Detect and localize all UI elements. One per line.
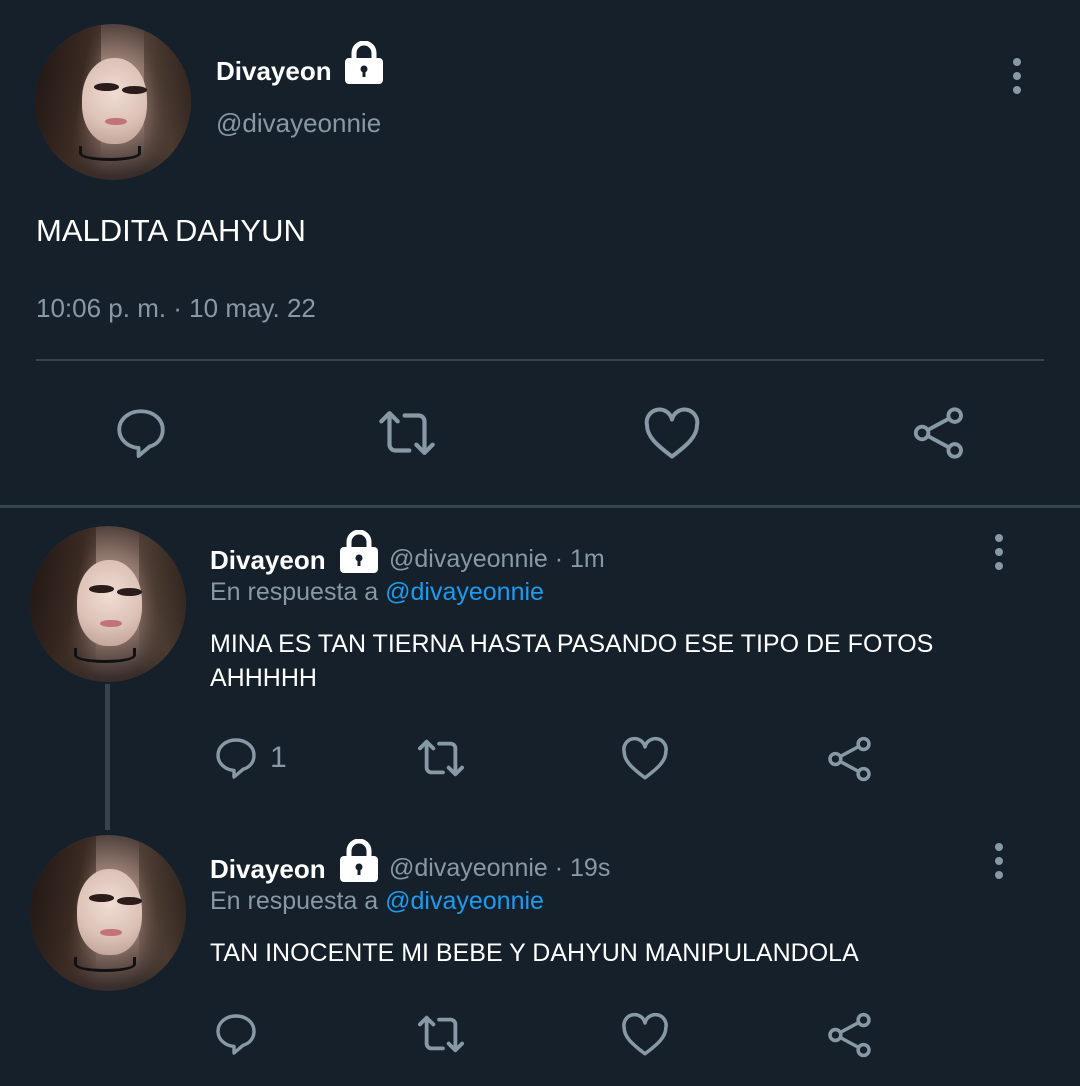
like-button[interactable] xyxy=(642,406,702,462)
more-options-icon[interactable] xyxy=(994,534,1004,576)
reply-button[interactable] xyxy=(112,404,170,462)
share-button[interactable] xyxy=(825,1010,875,1060)
share-icon xyxy=(828,1012,871,1058)
in-reply-to: En respuesta a @divayeonnie xyxy=(210,578,544,607)
thread-connector xyxy=(105,684,110,830)
retweet-button[interactable] xyxy=(412,1011,470,1057)
tweet-detail-screen: Divayeon @divayeonnie MALDITA DAHYUN 10:… xyxy=(0,0,1080,1086)
tweet-timestamp[interactable]: 10:06 p. m. · 10 may. 22 xyxy=(36,293,316,324)
reply-count: 1 xyxy=(270,741,287,774)
retweet-button[interactable] xyxy=(373,405,441,461)
lock-icon xyxy=(345,41,383,84)
speech-bubble-icon xyxy=(216,738,256,779)
display-name[interactable]: Divayeon xyxy=(216,56,332,87)
handle-and-time[interactable]: @divayeonnie · 19s xyxy=(389,854,610,883)
display-name[interactable]: Divayeon xyxy=(210,854,326,885)
divider xyxy=(36,359,1044,361)
display-name[interactable]: Divayeon xyxy=(210,545,326,576)
lock-icon xyxy=(340,530,378,573)
heart-icon xyxy=(644,407,700,459)
reply-text-line: AHHHHH xyxy=(210,664,317,692)
avatar[interactable] xyxy=(30,526,186,682)
share-icon xyxy=(828,736,871,782)
reply-text-line: TAN INOCENTE MI BEBE Y DAHYUN MANIPULAND… xyxy=(210,939,859,967)
like-button[interactable] xyxy=(620,736,670,782)
speech-bubble-icon xyxy=(117,409,165,458)
reply-text-line: MINA ES TAN TIERNA HASTA PASANDO ESE TIP… xyxy=(210,630,934,658)
retweet-icon xyxy=(418,1015,465,1053)
avatar[interactable] xyxy=(30,835,186,991)
reply-text: MINA ES TAN TIERNA HASTA PASANDO ESE TIP… xyxy=(210,627,933,695)
tweet-text: MALDITA DAHYUN xyxy=(36,213,306,248)
retweet-icon xyxy=(418,739,465,777)
main-tweet: Divayeon @divayeonnie MALDITA DAHYUN 10:… xyxy=(0,0,1080,505)
retweet-icon xyxy=(379,411,435,455)
retweet-button[interactable] xyxy=(412,735,470,781)
mention-link[interactable]: @divayeonnie xyxy=(385,578,544,606)
lock-icon xyxy=(340,839,378,882)
in-reply-prefix: En respuesta a xyxy=(210,887,386,915)
handle-and-time[interactable]: @divayeonnie · 1m xyxy=(389,545,605,574)
heart-icon xyxy=(622,736,668,780)
like-button[interactable] xyxy=(620,1012,670,1058)
share-icon xyxy=(913,407,963,459)
in-reply-to: En respuesta a @divayeonnie xyxy=(210,887,544,916)
reply-button[interactable]: 1 xyxy=(212,734,287,782)
section-separator xyxy=(0,505,1080,508)
reply-button[interactable] xyxy=(212,1010,260,1058)
username-handle[interactable]: @divayeonnie xyxy=(216,108,381,139)
reply-text: TAN INOCENTE MI BEBE Y DAHYUN MANIPULAND… xyxy=(210,936,859,970)
in-reply-prefix: En respuesta a xyxy=(210,578,386,606)
heart-icon xyxy=(622,1012,668,1056)
speech-bubble-icon xyxy=(216,1014,256,1055)
avatar[interactable] xyxy=(35,24,191,180)
mention-link[interactable]: @divayeonnie xyxy=(385,887,544,915)
share-button[interactable] xyxy=(910,404,968,462)
more-options-icon[interactable] xyxy=(1012,58,1022,100)
more-options-icon[interactable] xyxy=(994,843,1004,885)
share-button[interactable] xyxy=(825,734,875,784)
